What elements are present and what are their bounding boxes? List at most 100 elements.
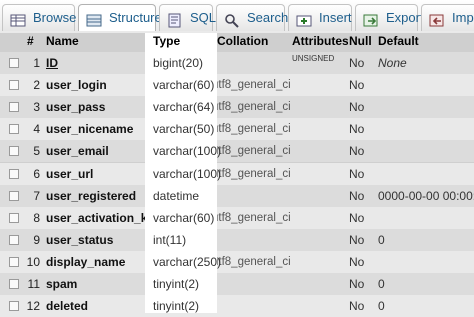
- header-name[interactable]: Name: [46, 33, 106, 51]
- table-row[interactable]: 8 user_activation_key utf8_general_ci No: [0, 207, 474, 229]
- row-number: 4: [33, 122, 40, 136]
- column-null: No: [349, 100, 365, 114]
- row-checkbox[interactable]: [9, 80, 19, 90]
- tab-search[interactable]: Search: [216, 4, 289, 31]
- column-type: int(11): [153, 233, 187, 247]
- column-name: spam: [46, 277, 78, 291]
- column-name: user_registered: [46, 189, 137, 203]
- column-collation: [212, 273, 292, 295]
- column-null: No: [349, 255, 365, 269]
- row-checkbox[interactable]: [9, 124, 19, 134]
- header-attributes: Attributes: [292, 34, 348, 48]
- column-name: ID: [46, 56, 58, 70]
- column-name: user_email: [46, 144, 109, 158]
- column-attributes: [292, 229, 350, 251]
- column-null: No: [349, 189, 365, 203]
- table-row[interactable]: 12 deleted No 0: [0, 295, 474, 317]
- row-number: 3: [33, 100, 40, 114]
- column-default: 0: [378, 233, 385, 247]
- row-checkbox[interactable]: [9, 146, 19, 156]
- row-number: 6: [33, 167, 40, 181]
- column-name: user_url: [46, 167, 94, 181]
- tab-label: Structure: [109, 10, 162, 25]
- column-attributes: [292, 163, 350, 185]
- column-type: varchar(100): [153, 144, 222, 158]
- row-checkbox[interactable]: [9, 58, 19, 68]
- column-attributes: [292, 207, 350, 229]
- column-type: varchar(50): [153, 122, 215, 136]
- column-collation: utf8_general_ci: [212, 256, 291, 268]
- table-row[interactable]: 10 display_name utf8_general_ci No: [0, 251, 474, 273]
- row-checkbox[interactable]: [9, 169, 19, 179]
- column-type: datetime: [153, 189, 200, 203]
- table-row[interactable]: 4 user_nicename utf8_general_ci No: [0, 118, 474, 140]
- table-row[interactable]: 2 user_login utf8_general_ci No: [0, 74, 474, 96]
- tab-label: Search: [247, 10, 289, 25]
- row-number: 11: [27, 277, 40, 291]
- tab-sql[interactable]: SQL: [159, 4, 217, 31]
- column-name: user_status: [46, 233, 114, 247]
- table-row[interactable]: 7 user_registered No 0000-00-00 00:00:00: [0, 185, 474, 207]
- tab-structure[interactable]: Structure: [78, 4, 162, 31]
- table-row[interactable]: 11 spam No 0: [0, 273, 474, 295]
- column-default: 0: [378, 299, 385, 313]
- column-null: No: [349, 56, 365, 70]
- column-null: No: [349, 277, 365, 291]
- tab-export[interactable]: Export: [355, 4, 424, 31]
- row-checkbox[interactable]: [9, 279, 19, 289]
- row-checkbox[interactable]: [9, 102, 19, 112]
- tab-import[interactable]: Import: [421, 4, 474, 31]
- column-default: 0: [378, 277, 385, 291]
- tab-label: SQL: [190, 10, 217, 25]
- row-checkbox[interactable]: [9, 213, 19, 223]
- row-number: 9: [33, 233, 40, 247]
- column-null: No: [349, 167, 365, 181]
- column-name: user_activation_key: [46, 211, 150, 225]
- column-collation: utf8_general_ci: [212, 101, 291, 113]
- row-checkbox[interactable]: [9, 301, 19, 311]
- column-name: display_name: [46, 255, 126, 269]
- column-default: [378, 163, 474, 185]
- column-name: user_login: [46, 78, 107, 92]
- column-null: No: [349, 211, 365, 225]
- export-icon: [363, 11, 379, 27]
- column-collation: utf8_general_ci: [212, 168, 291, 180]
- column-default: [378, 251, 474, 273]
- tab-insert[interactable]: Insert: [288, 4, 352, 31]
- header-collation: Collation: [217, 34, 269, 48]
- table-row[interactable]: 9 user_status No 0: [0, 229, 474, 251]
- table-row[interactable]: 1 ID UNSIGNED No None: [0, 52, 474, 74]
- column-collation: [212, 295, 292, 317]
- column-attributes: [292, 251, 350, 273]
- column-type: bigint(20): [153, 56, 204, 70]
- tab-browse[interactable]: Browse: [2, 4, 76, 31]
- table-row[interactable]: 6 user_url utf8_general_ci No: [0, 163, 474, 185]
- column-name: user_nicename: [46, 122, 134, 136]
- header-type: Type: [153, 34, 181, 48]
- column-attributes: [292, 118, 350, 140]
- tab-bar: Browse Structure SQL Search Insert Export Impo…: [0, 0, 474, 34]
- row-checkbox[interactable]: [9, 235, 19, 245]
- column-attributes: UNSIGNED: [292, 54, 335, 63]
- column-type: tinyint(2): [153, 299, 200, 313]
- row-checkbox[interactable]: [9, 191, 19, 201]
- column-collation: [212, 229, 292, 251]
- row-number: 10: [26, 255, 40, 269]
- column-name: deleted: [46, 299, 89, 313]
- column-type: varchar(100): [153, 167, 222, 181]
- row-number: 2: [33, 78, 40, 92]
- table-row[interactable]: 5 user_email utf8_general_ci No: [0, 140, 474, 162]
- row-number: 7: [33, 189, 40, 203]
- tab-label: Insert: [319, 10, 352, 25]
- column-attributes: [292, 96, 350, 118]
- search-icon: [224, 11, 240, 28]
- column-null: No: [349, 299, 365, 313]
- structure-table: # Name Collation Attributes Null Default…: [0, 33, 474, 317]
- column-attributes: [292, 273, 350, 295]
- column-collation: utf8_general_ci: [212, 212, 291, 224]
- column-default: None: [378, 56, 407, 70]
- table-row[interactable]: 3 user_pass utf8_general_ci No: [0, 96, 474, 118]
- row-checkbox[interactable]: [9, 257, 19, 267]
- column-default: 0000-00-00 00:00:00: [378, 189, 474, 203]
- column-null: No: [349, 144, 365, 158]
